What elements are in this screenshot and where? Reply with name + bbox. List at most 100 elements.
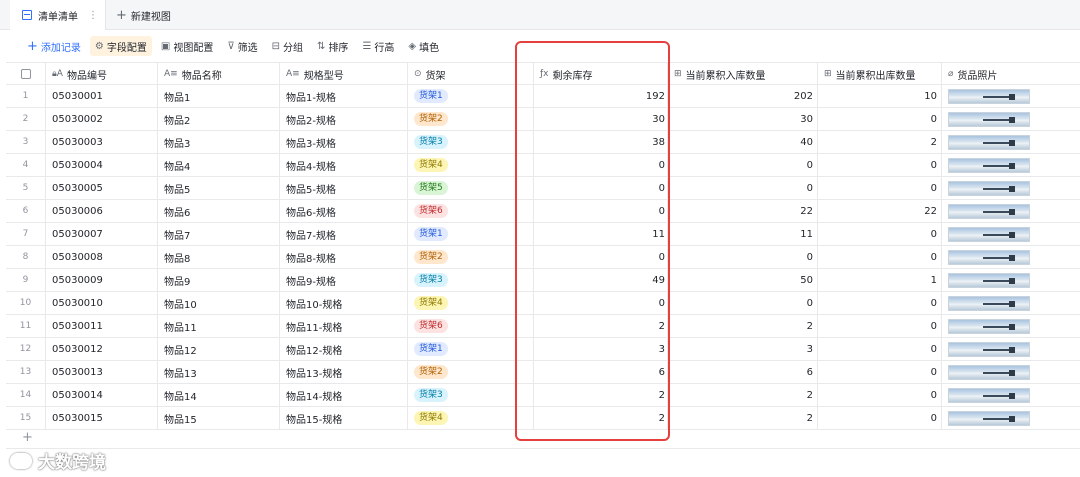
- product-photo-thumbnail[interactable]: [948, 180, 1030, 196]
- cell-shelf[interactable]: 货架4: [408, 292, 534, 314]
- select-all-checkbox[interactable]: [20, 69, 31, 79]
- product-photo-thumbnail[interactable]: [948, 272, 1030, 288]
- tab-more-icon[interactable]: ⋮: [88, 10, 98, 21]
- column-header-code[interactable]: 🔒︎A 物品编号: [46, 63, 158, 85]
- cell-shelf[interactable]: 货架1: [408, 338, 534, 360]
- cell-name[interactable]: 物品13: [158, 361, 280, 383]
- cell-spec[interactable]: 物品12-规格: [280, 338, 408, 360]
- cell-name[interactable]: 物品10: [158, 292, 280, 314]
- cell-out-qty[interactable]: 0: [818, 292, 942, 314]
- cell-code[interactable]: 05030012: [46, 338, 158, 360]
- cell-in-qty[interactable]: 6: [668, 361, 818, 383]
- column-header-in-qty[interactable]: ⊞ 当前累积入库数量: [668, 63, 818, 85]
- cell-stock[interactable]: 2: [534, 315, 668, 337]
- cell-spec[interactable]: 物品13-规格: [280, 361, 408, 383]
- cell-out-qty[interactable]: 22: [818, 200, 942, 222]
- cell-spec[interactable]: 物品11-规格: [280, 315, 408, 337]
- cell-in-qty[interactable]: 40: [668, 131, 818, 153]
- cell-in-qty[interactable]: 2: [668, 384, 818, 406]
- cell-name[interactable]: 物品9: [158, 269, 280, 291]
- cell-spec[interactable]: 物品5-规格: [280, 177, 408, 199]
- table-row[interactable]: 5 05030005 物品5 物品5-规格 货架5 0 0 0: [6, 177, 1080, 200]
- cell-code[interactable]: 05030001: [46, 85, 158, 107]
- cell-in-qty[interactable]: 50: [668, 269, 818, 291]
- cell-spec[interactable]: 物品10-规格: [280, 292, 408, 314]
- add-row-button[interactable]: +: [22, 430, 33, 445]
- cell-photo[interactable]: [942, 200, 1080, 222]
- table-row[interactable]: 8 05030008 物品8 物品8-规格 货架2 0 0 0: [6, 246, 1080, 269]
- cell-out-qty[interactable]: 0: [818, 246, 942, 268]
- cell-spec[interactable]: 物品7-规格: [280, 223, 408, 245]
- product-photo-thumbnail[interactable]: [948, 341, 1030, 357]
- table-row[interactable]: 14 05030014 物品14 物品14-规格 货架3 2 2 0: [6, 384, 1080, 407]
- cell-in-qty[interactable]: 3: [668, 338, 818, 360]
- table-row[interactable]: 11 05030011 物品11 物品11-规格 货架6 2 2 0: [6, 315, 1080, 338]
- cell-name[interactable]: 物品11: [158, 315, 280, 337]
- table-row[interactable]: 15 05030015 物品15 物品15-规格 货架4 2 2 0: [6, 407, 1080, 430]
- select-all-cell[interactable]: [6, 63, 46, 85]
- cell-stock[interactable]: 0: [534, 154, 668, 176]
- cell-spec[interactable]: 物品4-规格: [280, 154, 408, 176]
- cell-shelf[interactable]: 货架1: [408, 223, 534, 245]
- cell-out-qty[interactable]: 0: [818, 315, 942, 337]
- cell-out-qty[interactable]: 0: [818, 154, 942, 176]
- cell-photo[interactable]: [942, 154, 1080, 176]
- product-photo-thumbnail[interactable]: [948, 387, 1030, 403]
- cell-photo[interactable]: [942, 315, 1080, 337]
- cell-name[interactable]: 物品15: [158, 407, 280, 429]
- cell-shelf[interactable]: 货架2: [408, 108, 534, 130]
- product-photo-thumbnail[interactable]: [948, 364, 1030, 380]
- cell-stock[interactable]: 38: [534, 131, 668, 153]
- cell-stock[interactable]: 2: [534, 384, 668, 406]
- cell-spec[interactable]: 物品1-规格: [280, 85, 408, 107]
- cell-spec[interactable]: 物品14-规格: [280, 384, 408, 406]
- cell-shelf[interactable]: 货架2: [408, 246, 534, 268]
- cell-out-qty[interactable]: 0: [818, 361, 942, 383]
- cell-stock[interactable]: 0: [534, 200, 668, 222]
- new-view-button[interactable]: + 新建视图: [116, 0, 171, 30]
- table-row[interactable]: 9 05030009 物品9 物品9-规格 货架3 49 50 1: [6, 269, 1080, 292]
- product-photo-thumbnail[interactable]: [948, 318, 1030, 334]
- product-photo-thumbnail[interactable]: [948, 226, 1030, 242]
- cell-out-qty[interactable]: 0: [818, 338, 942, 360]
- cell-spec[interactable]: 物品3-规格: [280, 131, 408, 153]
- table-row[interactable]: 10 05030010 物品10 物品10-规格 货架4 0 0 0: [6, 292, 1080, 315]
- cell-shelf[interactable]: 货架3: [408, 269, 534, 291]
- cell-in-qty[interactable]: 0: [668, 177, 818, 199]
- cell-name[interactable]: 物品5: [158, 177, 280, 199]
- cell-code[interactable]: 05030009: [46, 269, 158, 291]
- table-row[interactable]: 12 05030012 物品12 物品12-规格 货架1 3 3 0: [6, 338, 1080, 361]
- cell-photo[interactable]: [942, 292, 1080, 314]
- cell-stock[interactable]: 49: [534, 269, 668, 291]
- product-photo-thumbnail[interactable]: [948, 157, 1030, 173]
- cell-out-qty[interactable]: 0: [818, 407, 942, 429]
- cell-out-qty[interactable]: 0: [818, 108, 942, 130]
- cell-out-qty[interactable]: 0: [818, 223, 942, 245]
- table-row[interactable]: 4 05030004 物品4 物品4-规格 货架4 0 0 0: [6, 154, 1080, 177]
- table-row[interactable]: 2 05030002 物品2 物品2-规格 货架2 30 30 0: [6, 108, 1080, 131]
- cell-in-qty[interactable]: 22: [668, 200, 818, 222]
- cell-shelf[interactable]: 货架6: [408, 315, 534, 337]
- product-photo-thumbnail[interactable]: [948, 410, 1030, 426]
- tab-active-view[interactable]: 清单清单 ⋮: [10, 0, 106, 30]
- column-header-spec[interactable]: A≡ 规格型号: [280, 63, 408, 85]
- cell-shelf[interactable]: 货架4: [408, 407, 534, 429]
- cell-code[interactable]: 05030003: [46, 131, 158, 153]
- cell-stock[interactable]: 192: [534, 85, 668, 107]
- cell-name[interactable]: 物品12: [158, 338, 280, 360]
- cell-photo[interactable]: [942, 85, 1080, 107]
- column-header-stock[interactable]: ƒx 剩余库存: [534, 63, 668, 85]
- cell-in-qty[interactable]: 0: [668, 246, 818, 268]
- column-header-photo[interactable]: ⌀ 货品照片: [942, 63, 1080, 85]
- cell-photo[interactable]: [942, 108, 1080, 130]
- cell-name[interactable]: 物品14: [158, 384, 280, 406]
- table-row[interactable]: 7 05030007 物品7 物品7-规格 货架1 11 11 0: [6, 223, 1080, 246]
- cell-shelf[interactable]: 货架3: [408, 384, 534, 406]
- cell-photo[interactable]: [942, 407, 1080, 429]
- cell-photo[interactable]: [942, 361, 1080, 383]
- cell-name[interactable]: 物品3: [158, 131, 280, 153]
- cell-spec[interactable]: 物品2-规格: [280, 108, 408, 130]
- cell-photo[interactable]: [942, 223, 1080, 245]
- table-row[interactable]: 3 05030003 物品3 物品3-规格 货架3 38 40 2: [6, 131, 1080, 154]
- group-button[interactable]: ⊟ 分组: [267, 36, 308, 56]
